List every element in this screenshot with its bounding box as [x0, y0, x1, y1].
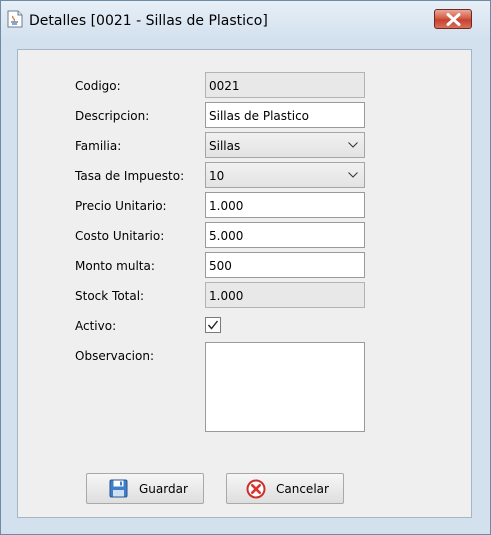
familia-label: Familia: — [75, 139, 122, 153]
observacion-label: Observacion: — [75, 349, 155, 363]
cancelar-button[interactable]: Cancelar — [226, 473, 344, 504]
floppy-disk-icon — [109, 479, 128, 498]
codigo-field: 0021 — [205, 72, 365, 98]
cancel-icon — [246, 479, 266, 499]
costo-field[interactable]: 5.000 — [205, 222, 365, 248]
tasa-label: Tasa de Impuesto: — [75, 169, 185, 183]
descripcion-field[interactable]: Sillas de Plastico — [205, 102, 365, 128]
form-panel: Codigo: 0021 Descripcion: Sillas de Plas… — [17, 49, 472, 518]
multa-field[interactable]: 500 — [205, 252, 365, 278]
familia-select[interactable]: Sillas — [205, 132, 365, 158]
guardar-label: Guardar — [139, 482, 188, 496]
chevron-down-icon — [348, 142, 358, 148]
multa-label: Monto multa: — [75, 259, 155, 273]
tasa-value: 10 — [209, 169, 225, 183]
costo-label: Costo Unitario: — [75, 229, 165, 243]
familia-value: Sillas — [209, 139, 241, 153]
chevron-down-icon — [348, 172, 358, 178]
activo-label: Activo: — [75, 319, 117, 333]
tasa-select[interactable]: 10 — [205, 162, 365, 188]
activo-checkbox[interactable] — [205, 317, 221, 333]
codigo-label: Codigo: — [75, 79, 121, 93]
java-icon — [7, 10, 23, 28]
title-bar[interactable]: Detalles [0021 - Sillas de Plastico] — [1, 1, 490, 41]
dialog-window: Detalles [0021 - Sillas de Plastico] Cod… — [0, 0, 491, 535]
window-title: Detalles [0021 - Sillas de Plastico] — [29, 13, 268, 29]
stock-field: 1.000 — [205, 282, 365, 308]
descripcion-label: Descripcion: — [75, 109, 150, 123]
close-button[interactable] — [434, 9, 472, 29]
precio-label: Precio Unitario: — [75, 199, 167, 213]
observacion-textarea[interactable] — [205, 342, 365, 432]
close-icon — [446, 13, 461, 26]
guardar-button[interactable]: Guardar — [86, 473, 204, 504]
cancelar-label: Cancelar — [276, 482, 329, 496]
checkmark-icon — [207, 320, 219, 330]
stock-label: Stock Total: — [75, 289, 145, 303]
precio-field[interactable]: 1.000 — [205, 192, 365, 218]
